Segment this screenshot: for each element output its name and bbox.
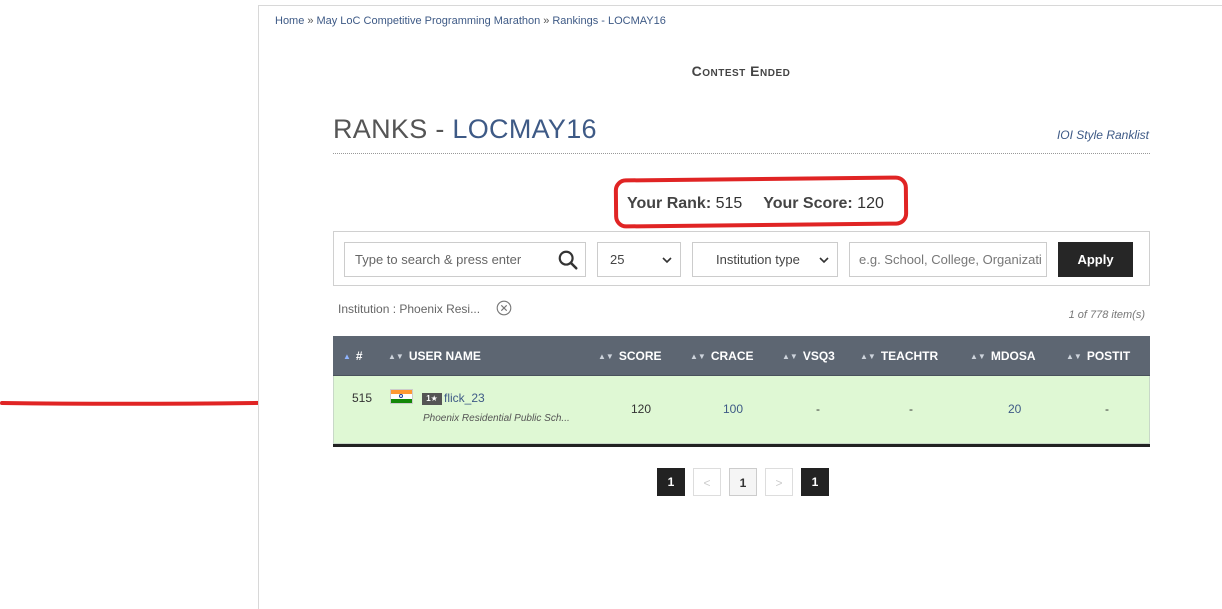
column-header-username[interactable]: ▲▼ USER NAME <box>388 336 481 376</box>
content-panel: Home» May LoC Competitive Programming Mar… <box>258 5 1222 609</box>
postit-score-cell: - <box>1105 402 1109 416</box>
teachtr-score-cell: - <box>909 402 913 416</box>
title-divider <box>333 153 1150 154</box>
sort-icon: ▲▼ <box>388 352 404 361</box>
table-row: 515 1★ flick_23 Phoenix Residential Publ… <box>333 376 1150 444</box>
page-size-select[interactable]: 25 <box>597 242 681 277</box>
contest-code: LOCMAY16 <box>452 114 597 144</box>
table-header: ▲ # ▲▼ USER NAME ▲▼ SCORE ▲▼ CRACE ▲▼ VSQ3 ▲▼… <box>333 336 1150 376</box>
apply-button[interactable]: Apply <box>1058 242 1133 277</box>
breadcrumb-separator: » <box>307 15 314 27</box>
breadcrumb: Home» May LoC Competitive Programming Mar… <box>275 15 666 27</box>
search-input[interactable]: Type to search & press enter <box>344 242 586 277</box>
institution-type-value: Institution type <box>716 252 800 267</box>
breadcrumb-rankings[interactable]: Rankings - LOCMAY16 <box>552 15 666 27</box>
score-value: 120 <box>857 195 884 212</box>
current-page-button[interactable]: 1 <box>729 468 757 496</box>
column-header-mdosa[interactable]: ▲▼ MDOSA <box>970 336 1036 376</box>
column-header-crace[interactable]: ▲▼ CRACE <box>690 336 754 376</box>
search-placeholder: Type to search & press enter <box>355 252 522 267</box>
sort-icon: ▲▼ <box>1066 352 1082 361</box>
sort-icon: ▲▼ <box>970 352 986 361</box>
item-count: 1 of 778 item(s) <box>1068 309 1145 321</box>
next-page-button[interactable]: > <box>765 468 793 496</box>
column-header-vsq3[interactable]: ▲▼ VSQ3 <box>782 336 835 376</box>
column-header-score[interactable]: ▲▼ SCORE <box>598 336 662 376</box>
sort-icon: ▲ <box>343 352 351 361</box>
institution-name: Phoenix Residential Public Sch... <box>423 413 570 424</box>
active-filter-tag: Institution : Phoenix Resi... <box>338 302 481 316</box>
institution-input[interactable]: e.g. School, College, Organizati <box>849 242 1047 277</box>
vsq3-score-cell: - <box>816 402 820 416</box>
score-label: Your Score: <box>763 195 853 212</box>
username-link[interactable]: flick_23 <box>444 391 485 405</box>
filter-bar: Type to search & press enter 25 Institut… <box>333 231 1150 286</box>
prev-page-button[interactable]: < <box>693 468 721 496</box>
mdosa-score-cell[interactable]: 20 <box>1008 402 1021 416</box>
page-size-value: 25 <box>610 252 625 267</box>
clear-filter-icon[interactable] <box>496 300 512 316</box>
table-bottom-border <box>333 444 1150 447</box>
column-header-postit[interactable]: ▲▼ POSTIT <box>1066 336 1130 376</box>
sort-icon: ▲▼ <box>690 352 706 361</box>
sort-icon: ▲▼ <box>860 352 876 361</box>
ioi-ranklist-link[interactable]: IOI Style Ranklist <box>1057 128 1149 142</box>
india-flag-icon <box>390 389 413 404</box>
breadcrumb-home[interactable]: Home <box>275 15 304 27</box>
page-title: RANKS - LOCMAY16 <box>333 114 597 145</box>
column-header-teachtr[interactable]: ▲▼ TEACHTR <box>860 336 938 376</box>
sort-icon: ▲▼ <box>782 352 798 361</box>
page-title-prefix: RANKS - <box>333 114 453 144</box>
ranklist-table: ▲ # ▲▼ USER NAME ▲▼ SCORE ▲▼ CRACE ▲▼ VSQ3 ▲▼… <box>333 336 1150 447</box>
first-page-button[interactable]: 1 <box>657 468 685 496</box>
rank-label: Your Rank: <box>627 195 712 212</box>
score-cell: 120 <box>631 402 652 416</box>
column-header-rank[interactable]: ▲ # <box>343 336 363 376</box>
star-rating-badge: 1★ <box>422 393 442 405</box>
sort-icon: ▲▼ <box>598 352 614 361</box>
chevron-down-icon <box>819 257 829 264</box>
last-page-button[interactable]: 1 <box>801 468 829 496</box>
contest-status: Contest Ended <box>691 63 791 79</box>
search-icon[interactable] <box>557 249 579 271</box>
rank-summary: Your Rank: 515 Your Score: 120 <box>627 195 884 213</box>
crace-score-cell[interactable]: 100 <box>723 402 743 416</box>
breadcrumb-contest[interactable]: May LoC Competitive Programming Marathon <box>316 15 540 27</box>
breadcrumb-separator: » <box>543 15 550 27</box>
rank-cell: 515 <box>352 391 373 405</box>
institution-type-select[interactable]: Institution type <box>692 242 838 277</box>
rank-value: 515 <box>715 195 743 212</box>
chevron-down-icon <box>662 257 672 264</box>
